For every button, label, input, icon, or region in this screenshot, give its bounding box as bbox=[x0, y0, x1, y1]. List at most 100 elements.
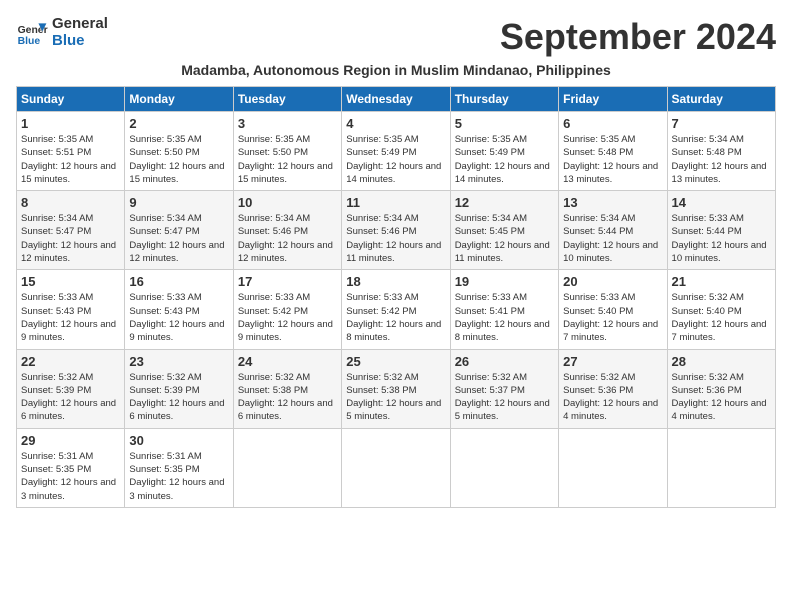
day-number: 14 bbox=[672, 195, 771, 210]
day-info: Sunrise: 5:32 AMSunset: 5:36 PMDaylight:… bbox=[563, 371, 662, 424]
day-number: 8 bbox=[21, 195, 120, 210]
day-info: Sunrise: 5:35 AMSunset: 5:49 PMDaylight:… bbox=[346, 133, 445, 186]
day-info: Sunrise: 5:34 AMSunset: 5:48 PMDaylight:… bbox=[672, 133, 771, 186]
day-info: Sunrise: 5:33 AMSunset: 5:41 PMDaylight:… bbox=[455, 291, 554, 344]
svg-text:Blue: Blue bbox=[18, 36, 41, 47]
day-number: 28 bbox=[672, 354, 771, 369]
day-info: Sunrise: 5:32 AMSunset: 5:36 PMDaylight:… bbox=[672, 371, 771, 424]
day-number: 29 bbox=[21, 433, 120, 448]
day-info: Sunrise: 5:33 AMSunset: 5:40 PMDaylight:… bbox=[563, 291, 662, 344]
day-info: Sunrise: 5:34 AMSunset: 5:45 PMDaylight:… bbox=[455, 212, 554, 265]
calendar-cell: 12 Sunrise: 5:34 AMSunset: 5:45 PMDayligh… bbox=[450, 191, 558, 270]
calendar-week-row: 22Sunrise: 5:32 AMSunset: 5:39 PMDayligh… bbox=[17, 349, 776, 428]
day-info: Sunrise: 5:31 AMSunset: 5:35 PMDaylight:… bbox=[129, 450, 228, 503]
day-number: 25 bbox=[346, 354, 445, 369]
day-number: 10 bbox=[238, 195, 337, 210]
day-info: Sunrise: 5:34 AMSunset: 5:46 PMDaylight:… bbox=[346, 212, 445, 265]
calendar-cell: 25Sunrise: 5:32 AMSunset: 5:38 PMDayligh… bbox=[342, 349, 450, 428]
day-info: Sunrise: 5:33 AMSunset: 5:42 PMDaylight:… bbox=[238, 291, 337, 344]
calendar-cell: 28 Sunrise: 5:32 AMSunset: 5:36 PMDayligh… bbox=[667, 349, 775, 428]
page-subtitle: Madamba, Autonomous Region in Muslim Min… bbox=[16, 62, 776, 78]
day-number: 17 bbox=[238, 274, 337, 289]
calendar-week-row: 29 Sunrise: 5:31 AMSunset: 5:35 PMDayligh… bbox=[17, 428, 776, 507]
day-number: 24 bbox=[238, 354, 337, 369]
day-info: Sunrise: 5:35 AMSunset: 5:48 PMDaylight:… bbox=[563, 133, 662, 186]
day-number: 21 bbox=[672, 274, 771, 289]
day-number: 4 bbox=[346, 116, 445, 131]
day-info: Sunrise: 5:35 AMSunset: 5:50 PMDaylight:… bbox=[238, 133, 337, 186]
calendar-header-monday: Monday bbox=[125, 87, 233, 112]
day-info: Sunrise: 5:35 AMSunset: 5:51 PMDaylight:… bbox=[21, 133, 120, 186]
calendar-cell bbox=[233, 428, 341, 507]
day-info: Sunrise: 5:34 AMSunset: 5:47 PMDaylight:… bbox=[129, 212, 228, 265]
day-info: Sunrise: 5:32 AMSunset: 5:39 PMDaylight:… bbox=[21, 371, 120, 424]
calendar-header-tuesday: Tuesday bbox=[233, 87, 341, 112]
day-number: 7 bbox=[672, 116, 771, 131]
calendar-cell: 26 Sunrise: 5:32 AMSunset: 5:37 PMDayligh… bbox=[450, 349, 558, 428]
calendar-cell: 8 Sunrise: 5:34 AMSunset: 5:47 PMDaylight… bbox=[17, 191, 125, 270]
calendar-cell: 15 Sunrise: 5:33 AMSunset: 5:43 PMDayligh… bbox=[17, 270, 125, 349]
calendar-cell: 24 Sunrise: 5:32 AMSunset: 5:38 PMDayligh… bbox=[233, 349, 341, 428]
calendar-cell: 13 Sunrise: 5:34 AMSunset: 5:44 PMDayligh… bbox=[559, 191, 667, 270]
day-number: 30 bbox=[129, 433, 228, 448]
calendar-cell: 6 Sunrise: 5:35 AMSunset: 5:48 PMDaylight… bbox=[559, 112, 667, 191]
calendar-cell: 5Sunrise: 5:35 AMSunset: 5:49 PMDaylight… bbox=[450, 112, 558, 191]
calendar-cell bbox=[342, 428, 450, 507]
calendar-cell: 14 Sunrise: 5:33 AMSunset: 5:44 PMDayligh… bbox=[667, 191, 775, 270]
day-info: Sunrise: 5:34 AMSunset: 5:47 PMDaylight:… bbox=[21, 212, 120, 265]
calendar-cell: 11 Sunrise: 5:34 AMSunset: 5:46 PMDayligh… bbox=[342, 191, 450, 270]
calendar-cell: 23Sunrise: 5:32 AMSunset: 5:39 PMDayligh… bbox=[125, 349, 233, 428]
day-info: Sunrise: 5:33 AMSunset: 5:43 PMDaylight:… bbox=[129, 291, 228, 344]
day-info: Sunrise: 5:32 AMSunset: 5:40 PMDaylight:… bbox=[672, 291, 771, 344]
day-info: Sunrise: 5:35 AMSunset: 5:49 PMDaylight:… bbox=[455, 133, 554, 186]
calendar-cell: 27Sunrise: 5:32 AMSunset: 5:36 PMDayligh… bbox=[559, 349, 667, 428]
day-info: Sunrise: 5:34 AMSunset: 5:46 PMDaylight:… bbox=[238, 212, 337, 265]
calendar-cell: 22Sunrise: 5:32 AMSunset: 5:39 PMDayligh… bbox=[17, 349, 125, 428]
day-info: Sunrise: 5:32 AMSunset: 5:37 PMDaylight:… bbox=[455, 371, 554, 424]
calendar-table: SundayMondayTuesdayWednesdayThursdayFrid… bbox=[16, 86, 776, 508]
calendar-cell: 18 Sunrise: 5:33 AMSunset: 5:42 PMDayligh… bbox=[342, 270, 450, 349]
calendar-week-row: 8 Sunrise: 5:34 AMSunset: 5:47 PMDaylight… bbox=[17, 191, 776, 270]
calendar-cell: 29 Sunrise: 5:31 AMSunset: 5:35 PMDayligh… bbox=[17, 428, 125, 507]
calendar-header-sunday: Sunday bbox=[17, 87, 125, 112]
calendar-cell: 20 Sunrise: 5:33 AMSunset: 5:40 PMDayligh… bbox=[559, 270, 667, 349]
calendar-header-saturday: Saturday bbox=[667, 87, 775, 112]
day-number: 18 bbox=[346, 274, 445, 289]
calendar-cell: 3 Sunrise: 5:35 AMSunset: 5:50 PMDaylight… bbox=[233, 112, 341, 191]
day-number: 15 bbox=[21, 274, 120, 289]
calendar-cell: 16Sunrise: 5:33 AMSunset: 5:43 PMDayligh… bbox=[125, 270, 233, 349]
day-number: 11 bbox=[346, 195, 445, 210]
day-number: 9 bbox=[129, 195, 228, 210]
calendar-header-wednesday: Wednesday bbox=[342, 87, 450, 112]
calendar-week-row: 1Sunrise: 5:35 AMSunset: 5:51 PMDaylight… bbox=[17, 112, 776, 191]
month-title: September 2024 bbox=[500, 16, 776, 58]
calendar-cell: 2 Sunrise: 5:35 AMSunset: 5:50 PMDaylight… bbox=[125, 112, 233, 191]
calendar-cell: 21 Sunrise: 5:32 AMSunset: 5:40 PMDayligh… bbox=[667, 270, 775, 349]
day-info: Sunrise: 5:34 AMSunset: 5:44 PMDaylight:… bbox=[563, 212, 662, 265]
calendar-cell: 19Sunrise: 5:33 AMSunset: 5:41 PMDayligh… bbox=[450, 270, 558, 349]
calendar-cell: 7 Sunrise: 5:34 AMSunset: 5:48 PMDaylight… bbox=[667, 112, 775, 191]
calendar-cell: 9 Sunrise: 5:34 AMSunset: 5:47 PMDaylight… bbox=[125, 191, 233, 270]
day-number: 2 bbox=[129, 116, 228, 131]
day-number: 6 bbox=[563, 116, 662, 131]
day-info: Sunrise: 5:33 AMSunset: 5:44 PMDaylight:… bbox=[672, 212, 771, 265]
calendar-cell: 10 Sunrise: 5:34 AMSunset: 5:46 PMDayligh… bbox=[233, 191, 341, 270]
day-info: Sunrise: 5:32 AMSunset: 5:38 PMDaylight:… bbox=[238, 371, 337, 424]
day-info: Sunrise: 5:35 AMSunset: 5:50 PMDaylight:… bbox=[129, 133, 228, 186]
day-info: Sunrise: 5:31 AMSunset: 5:35 PMDaylight:… bbox=[21, 450, 120, 503]
calendar-cell bbox=[559, 428, 667, 507]
calendar-cell: 1Sunrise: 5:35 AMSunset: 5:51 PMDaylight… bbox=[17, 112, 125, 191]
logo-text: General Blue bbox=[52, 16, 108, 49]
day-number: 20 bbox=[563, 274, 662, 289]
day-number: 13 bbox=[563, 195, 662, 210]
day-info: Sunrise: 5:33 AMSunset: 5:42 PMDaylight:… bbox=[346, 291, 445, 344]
calendar-header-row: SundayMondayTuesdayWednesdayThursdayFrid… bbox=[17, 87, 776, 112]
day-number: 12 bbox=[455, 195, 554, 210]
calendar-week-row: 15 Sunrise: 5:33 AMSunset: 5:43 PMDayligh… bbox=[17, 270, 776, 349]
day-number: 26 bbox=[455, 354, 554, 369]
calendar-cell bbox=[667, 428, 775, 507]
logo: General Blue General Blue bbox=[16, 16, 108, 49]
day-info: Sunrise: 5:33 AMSunset: 5:43 PMDaylight:… bbox=[21, 291, 120, 344]
day-number: 3 bbox=[238, 116, 337, 131]
logo-icon: General Blue bbox=[16, 17, 48, 49]
